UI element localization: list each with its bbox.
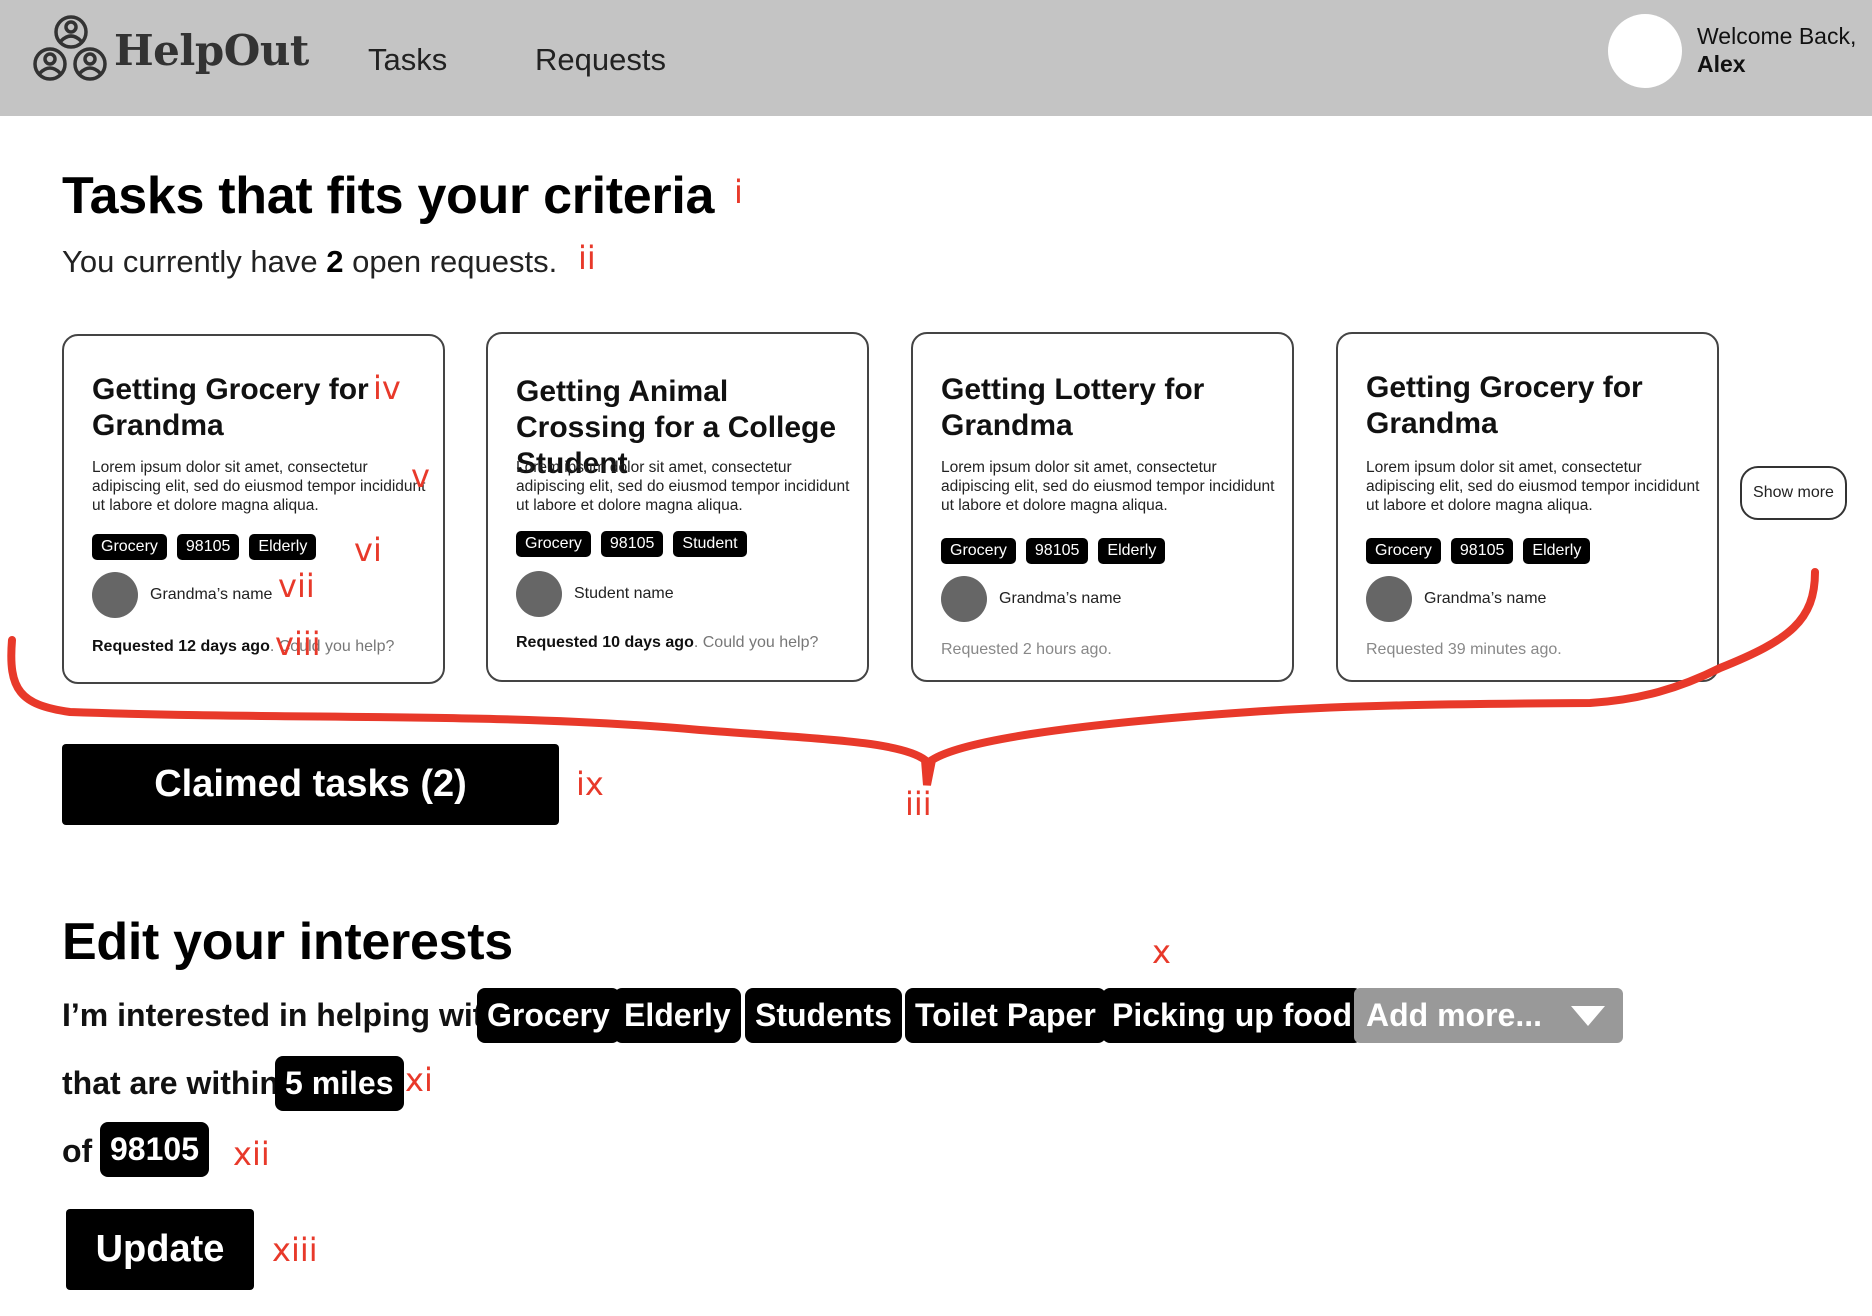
interest-chip-grocery[interactable]: Grocery	[477, 988, 620, 1043]
subtitle-pre: You currently have	[62, 244, 318, 279]
task-card[interactable]: Getting Lottery for Grandma Lorem ipsum …	[911, 332, 1294, 682]
interests-lead: I’m interested in helping with	[62, 997, 503, 1033]
requester: Student name	[516, 571, 674, 617]
user-avatar[interactable]	[1608, 14, 1682, 88]
welcome-line: Welcome Back,	[1697, 23, 1857, 49]
nav-tasks[interactable]: Tasks	[368, 42, 447, 78]
add-more-label: Add more...	[1366, 997, 1543, 1033]
logo-text: HelpOut	[114, 25, 309, 75]
requested-age: Requested 12 days ago	[92, 638, 270, 655]
annotation-label: v	[411, 457, 430, 495]
annotation-label: xi	[405, 1061, 433, 1099]
tag: Grocery	[941, 538, 1016, 564]
nav-requests[interactable]: Requests	[535, 42, 666, 78]
card-description: Lorem ipsum dolor sit amet, consectetur …	[92, 459, 426, 514]
tag: Grocery	[92, 534, 167, 560]
requester: Grandma’s name	[1366, 576, 1546, 622]
card-description: Lorem ipsum dolor sit amet, consectetur …	[941, 459, 1275, 514]
show-more-button[interactable]: Show more	[1740, 466, 1847, 520]
tag: 98105	[1025, 538, 1089, 564]
requester-name: Grandma’s name	[999, 590, 1122, 607]
requester-avatar	[516, 571, 562, 617]
annotation-label: xii	[233, 1135, 270, 1173]
tag: 98105	[1450, 538, 1514, 564]
requester: Grandma’s name	[92, 572, 272, 618]
requester-name: Grandma’s name	[1424, 590, 1547, 607]
within-label: that are within	[62, 1065, 279, 1101]
criteria-title: Tasks that fits your criteria	[62, 167, 715, 225]
tag: Elderly	[249, 534, 317, 560]
requester-avatar	[1366, 576, 1412, 622]
tag: 98105	[176, 534, 240, 560]
requested-time: Requested 10 days ago. Could you help?	[516, 634, 818, 652]
add-more-dropdown[interactable]: Add more...	[1354, 988, 1623, 1043]
annotation-label: xiii	[272, 1231, 318, 1269]
zip-chip[interactable]: 98105	[100, 1122, 209, 1177]
card-tags: Grocery 98105 Elderly	[1366, 538, 1591, 564]
annotation-label: iv	[373, 369, 401, 407]
interest-chip-elderly[interactable]: Elderly	[614, 988, 741, 1043]
annotation-label: iii	[905, 785, 932, 823]
requester-avatar	[941, 576, 987, 622]
subtitle-post: open requests.	[352, 244, 558, 279]
dropdown-caret-icon	[1571, 1006, 1605, 1026]
tag: 98105	[600, 531, 664, 557]
card-description: Lorem ipsum dolor sit amet, consectetur …	[516, 459, 850, 514]
tag: Grocery	[516, 531, 591, 557]
requester-avatar	[92, 572, 138, 618]
annotation-label: viii	[275, 625, 321, 663]
update-button[interactable]: Update	[66, 1209, 254, 1290]
requester-name: Grandma’s name	[150, 586, 273, 603]
task-card[interactable]: Getting Animal Crossing for a College St…	[486, 332, 869, 682]
interest-chip-picking-up-food[interactable]: Picking up food	[1102, 988, 1362, 1043]
annotation-label: vii	[278, 567, 315, 605]
tag: Student	[673, 531, 747, 557]
help-prompt: . Could you help?	[693, 634, 819, 651]
requested-time: Requested 12 days ago. Could you help?	[92, 638, 394, 656]
interest-chip-students[interactable]: Students	[745, 988, 902, 1043]
claimed-tasks-button[interactable]: Claimed tasks (2)	[62, 744, 559, 825]
open-request-count: 2	[326, 244, 344, 279]
welcome-message: Welcome Back, Alex	[1697, 22, 1856, 78]
task-card[interactable]: Getting Grocery for Grandma Lorem ipsum …	[1336, 332, 1719, 682]
tag: Elderly	[1523, 538, 1591, 564]
annotation-label: i	[734, 173, 743, 211]
annotation-label: ix	[576, 765, 604, 803]
people-group-icon	[33, 15, 107, 81]
card-tags: Grocery 98105 Elderly	[941, 538, 1166, 564]
of-label: of	[62, 1133, 93, 1169]
requester-name: Student name	[574, 585, 674, 602]
interest-chip-toilet-paper[interactable]: Toilet Paper	[905, 988, 1106, 1043]
requested-age: Requested 10 days ago	[516, 634, 694, 651]
requested-time: Requested 39 minutes ago.	[1366, 641, 1562, 658]
user-name: Alex	[1697, 51, 1746, 77]
card-title: Getting Lottery for Grandma	[941, 373, 1205, 442]
annotation-label: vi	[354, 531, 382, 569]
requested-time: Requested 2 hours ago.	[941, 641, 1112, 658]
interests-title: Edit your interests	[62, 913, 513, 971]
card-description: Lorem ipsum dolor sit amet, consectetur …	[1366, 459, 1700, 514]
requester: Grandma’s name	[941, 576, 1121, 622]
open-requests-summary: You currently have 2 open requests.	[62, 244, 557, 280]
annotation-label: x	[1152, 933, 1171, 971]
annotation-label: ii	[578, 239, 596, 277]
card-tags: Grocery 98105 Student	[516, 531, 747, 557]
card-tags: Grocery 98105 Elderly	[92, 534, 317, 560]
card-title: Getting Grocery for Grandma	[1366, 371, 1643, 440]
tag: Grocery	[1366, 538, 1441, 564]
distance-chip[interactable]: 5 miles	[275, 1056, 404, 1111]
tag: Elderly	[1098, 538, 1166, 564]
helpout-logo[interactable]: HelpOut	[30, 14, 309, 86]
top-nav-bar: HelpOut Tasks Requests Welcome Back, Ale…	[0, 0, 1872, 116]
